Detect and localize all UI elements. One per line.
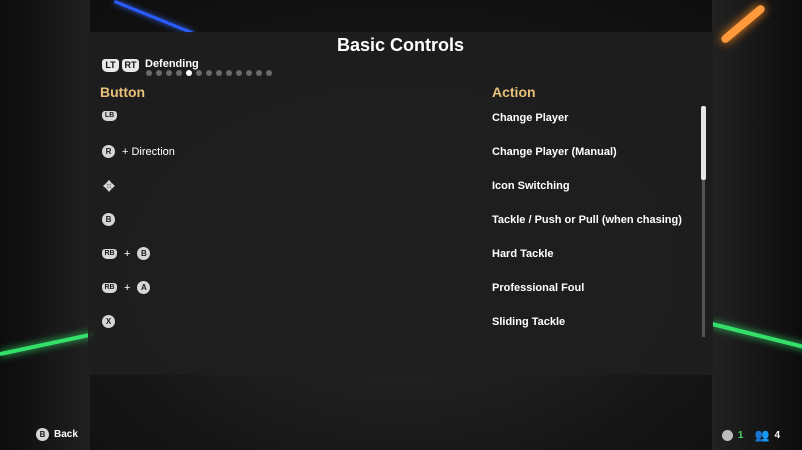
button-glyphs: R + Direction bbox=[102, 145, 175, 158]
scrollbar-thumb[interactable] bbox=[701, 106, 706, 180]
page-dot bbox=[166, 70, 172, 76]
button-glyphs: X bbox=[102, 315, 115, 328]
glyph-text: + bbox=[124, 247, 131, 260]
button-glyphs: ✥ bbox=[102, 179, 116, 193]
left-wall bbox=[0, 0, 90, 450]
scrollbar[interactable] bbox=[701, 106, 706, 337]
page-dot bbox=[246, 70, 252, 76]
back-button[interactable]: B Back bbox=[36, 428, 78, 441]
page-dot bbox=[196, 70, 202, 76]
action-label: Tackle / Push or Pull (when chasing) bbox=[492, 214, 682, 226]
page-dot bbox=[236, 70, 242, 76]
status-count-1: 1 bbox=[737, 429, 744, 441]
lb-button-icon: LB bbox=[102, 111, 117, 121]
controls-panel: Basic Controls LT RT Defending Button Ac… bbox=[88, 32, 713, 375]
blue-light-strip bbox=[113, 0, 194, 35]
rt-next-category-button[interactable]: RT bbox=[122, 59, 139, 72]
x-button-icon: X bbox=[102, 315, 115, 328]
action-label: Professional Foul bbox=[492, 282, 585, 294]
page-dot bbox=[146, 70, 152, 76]
back-label: Back bbox=[54, 429, 78, 440]
control-row: B Tackle / Push or Pull (when chasing) bbox=[88, 204, 698, 238]
column-header-button: Button bbox=[100, 84, 146, 100]
page-dot bbox=[226, 70, 232, 76]
action-label: Sliding Tackle bbox=[492, 316, 566, 328]
status-area: 1 👥 4 bbox=[721, 428, 780, 442]
button-glyphs: LB bbox=[102, 111, 117, 121]
glyph-text: + bbox=[124, 281, 131, 294]
control-row: LB Change Player bbox=[88, 102, 698, 136]
page-dot bbox=[186, 70, 192, 76]
page-dot bbox=[156, 70, 162, 76]
right-wall bbox=[712, 0, 802, 450]
page-dot bbox=[256, 70, 262, 76]
button-glyphs: RB + A bbox=[102, 281, 151, 294]
page-dot bbox=[216, 70, 222, 76]
category-label: Defending bbox=[145, 58, 199, 70]
b-button-icon: B bbox=[102, 213, 115, 226]
rb-button-icon: RB bbox=[102, 248, 117, 259]
coin-icon bbox=[721, 429, 733, 441]
r-button-icon: R bbox=[102, 145, 115, 158]
a-button-icon: A bbox=[137, 281, 151, 294]
button-glyphs: B bbox=[102, 213, 115, 226]
action-label: Icon Switching bbox=[492, 180, 570, 192]
control-row: RB + A Professional Foul bbox=[88, 272, 698, 306]
control-row: RB + B Hard Tackle bbox=[88, 238, 698, 272]
users-icon: 👥 bbox=[754, 428, 770, 442]
dpad-button-icon: ✥ bbox=[103, 178, 115, 194]
page-dot bbox=[176, 70, 182, 76]
glyph-text: + Direction bbox=[122, 145, 175, 158]
page-dot bbox=[266, 70, 272, 76]
page-indicator bbox=[146, 70, 272, 76]
control-row: R + Direction Change Player (Manual) bbox=[88, 136, 698, 170]
lt-prev-category-button[interactable]: LT bbox=[102, 59, 119, 72]
status-count-2: 4 bbox=[774, 429, 780, 441]
action-label: Hard Tackle bbox=[492, 248, 554, 260]
column-header-action: Action bbox=[492, 84, 536, 100]
button-glyphs: RB + B bbox=[102, 247, 151, 260]
b-button-icon: B bbox=[137, 247, 151, 260]
page-dot bbox=[206, 70, 212, 76]
page-title: Basic Controls bbox=[336, 35, 465, 55]
action-label: Change Player bbox=[492, 112, 569, 124]
rb-button-icon: RB bbox=[102, 282, 117, 293]
control-row: X Sliding Tackle bbox=[88, 306, 698, 340]
action-label: Change Player (Manual) bbox=[492, 146, 617, 158]
b-button-icon: B bbox=[36, 428, 49, 441]
control-row: ✥ Icon Switching bbox=[88, 170, 698, 204]
